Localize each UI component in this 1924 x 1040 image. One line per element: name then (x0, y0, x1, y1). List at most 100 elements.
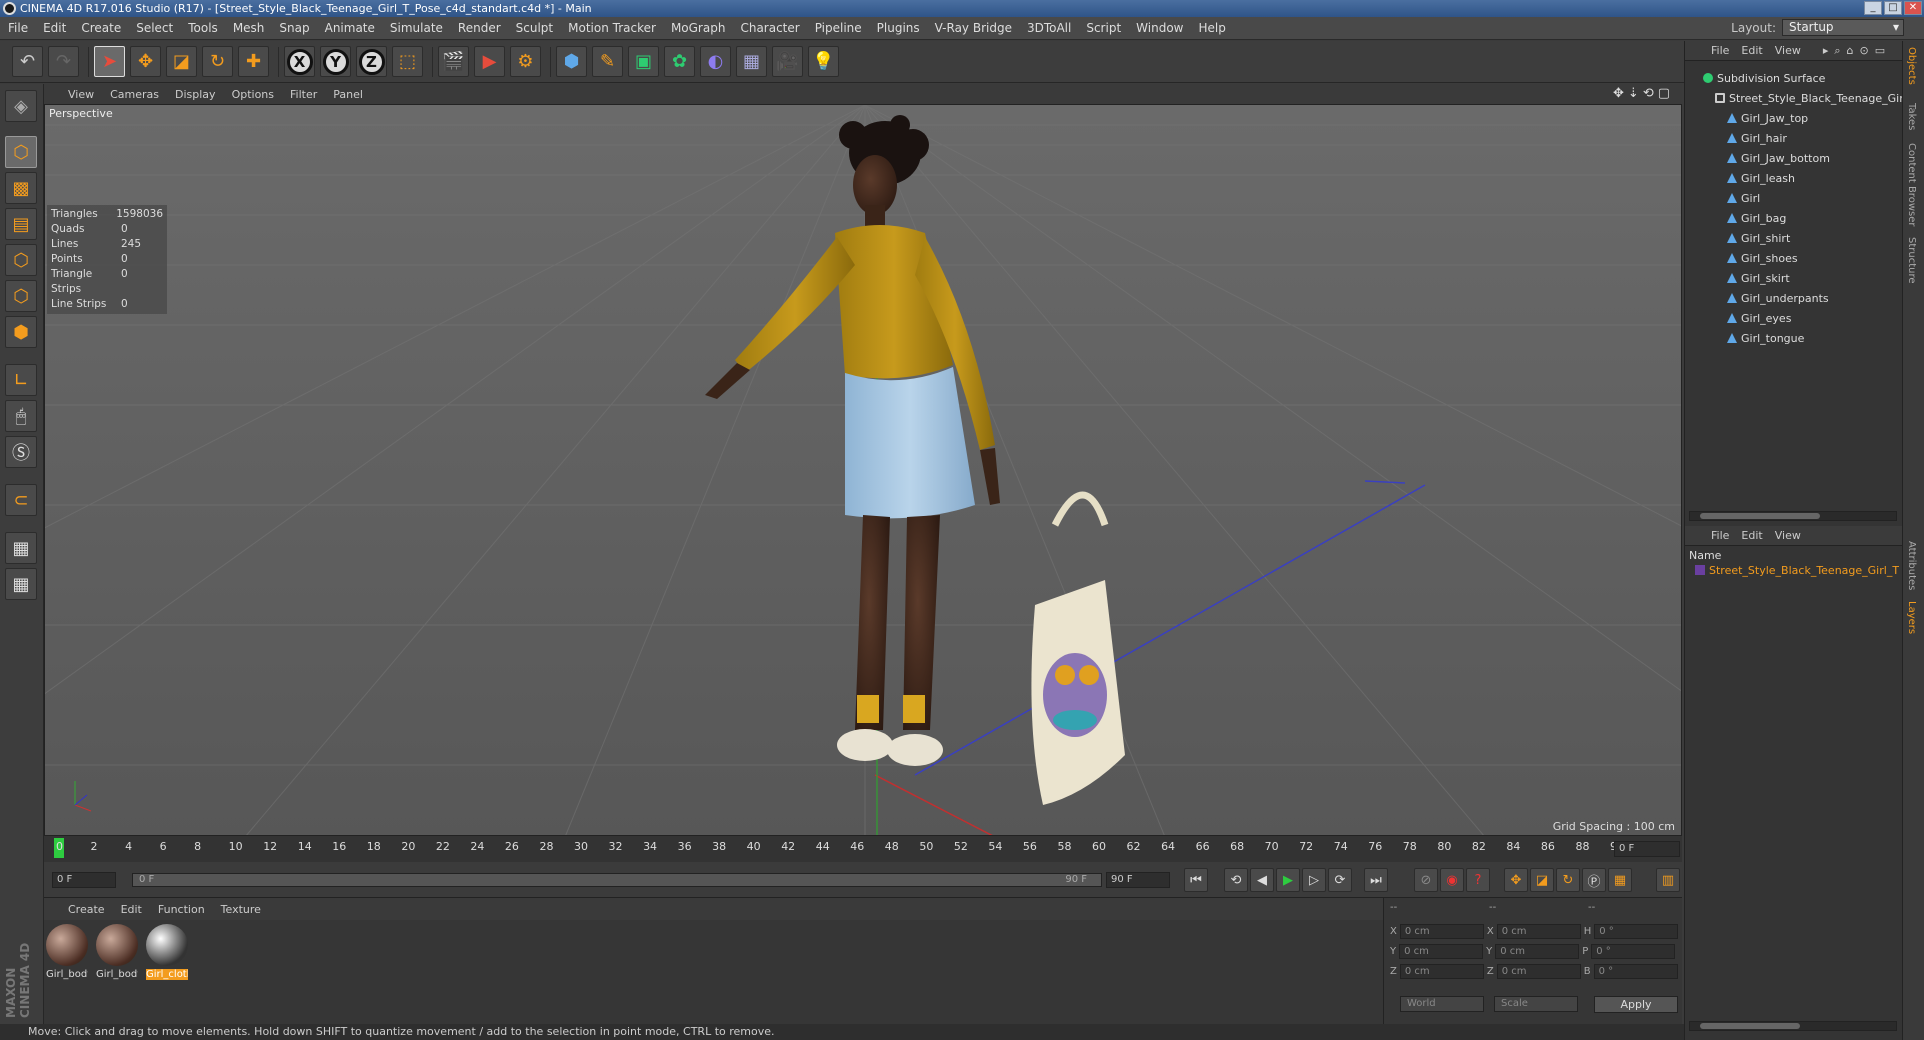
menu-create[interactable]: Create (81, 21, 121, 35)
record-keys-icon[interactable]: ◉ (1440, 868, 1464, 892)
layer-menu-edit[interactable]: Edit (1741, 529, 1762, 542)
size-y-field[interactable]: 0 cm (1495, 944, 1580, 959)
menu-select[interactable]: Select (136, 21, 173, 35)
layer-menu-file[interactable]: File (1711, 529, 1729, 542)
axis-y-icon[interactable]: Y (320, 46, 351, 77)
tab-objects[interactable]: Objects (1906, 47, 1917, 85)
vp-menu-panel[interactable]: Panel (333, 88, 363, 101)
menu-file[interactable]: File (8, 21, 28, 35)
mat-menu-create[interactable]: Create (68, 903, 105, 916)
tree-item-object[interactable]: Girl_shirt (1685, 229, 1903, 249)
pen-spline-icon[interactable]: ✎ (592, 46, 623, 77)
key-position-icon[interactable]: ✥ (1504, 868, 1528, 892)
position-z-field[interactable]: 0 cm (1399, 964, 1484, 979)
play-icon[interactable]: ▶ (1276, 868, 1300, 892)
lock-workplane-icon[interactable]: ▦ (5, 532, 37, 564)
rotation-b-field[interactable]: 0 ° (1593, 964, 1678, 979)
tree-item-object[interactable]: Girl (1685, 189, 1903, 209)
material-swatch[interactable]: Girl_body (96, 924, 138, 980)
tab-structure[interactable]: Structure (1906, 237, 1917, 284)
viewport-nav-icons[interactable]: ✥⇣⟲▢ (1613, 86, 1674, 101)
rotation-p-field[interactable]: 0 ° (1591, 944, 1676, 959)
tree-item-group[interactable]: Street_Style_Black_Teenage_Girl_T (1685, 89, 1903, 109)
axis-x-icon[interactable]: X (284, 46, 315, 77)
position-y-field[interactable]: 0 cm (1399, 944, 1484, 959)
obj-menu-file[interactable]: File (1711, 44, 1729, 57)
render-view-icon[interactable]: 🎬 (438, 46, 469, 77)
size-z-field[interactable]: 0 cm (1496, 964, 1581, 979)
layer-scrollbar[interactable] (1689, 1021, 1897, 1031)
menu-help[interactable]: Help (1198, 21, 1225, 35)
key-param-icon[interactable]: Ⓟ (1582, 868, 1606, 892)
tree-item-object[interactable]: Girl_Jaw_top (1685, 109, 1903, 129)
make-editable-icon[interactable]: ◈ (5, 90, 37, 122)
motion-record-icon[interactable]: ⊘ (1414, 868, 1438, 892)
menu-edit[interactable]: Edit (43, 21, 66, 35)
menu-render[interactable]: Render (458, 21, 501, 35)
obj-menu-view[interactable]: View (1775, 44, 1801, 57)
menu-snap[interactable]: Snap (279, 21, 309, 35)
axis-z-icon[interactable]: Z (356, 46, 387, 77)
tab-attributes[interactable]: Attributes (1906, 541, 1917, 590)
timeline-window-icon[interactable]: ▥ (1656, 868, 1680, 892)
live-select-icon[interactable]: ➤ (94, 46, 125, 77)
tab-takes[interactable]: Takes (1906, 103, 1917, 130)
timeline-ruler[interactable]: 0 2 4 6 8 10 12 14 16 18 20 22 24 26 28 30 32 34 36 38 40 42 4… (44, 836, 1682, 862)
array-icon[interactable]: ✿ (664, 46, 695, 77)
tree-item-object[interactable]: Girl_Jaw_bottom (1685, 149, 1903, 169)
vp-menu-view[interactable]: View (68, 88, 94, 101)
menu-tools[interactable]: Tools (188, 21, 218, 35)
menu-vray-bridge[interactable]: V-Ray Bridge (935, 21, 1012, 35)
light-icon[interactable]: 💡 (808, 46, 839, 77)
menu-mograph[interactable]: MoGraph (671, 21, 726, 35)
tab-layers[interactable]: Layers (1906, 601, 1917, 634)
menu-script[interactable]: Script (1086, 21, 1121, 35)
prev-frame-icon[interactable]: ◀ (1250, 868, 1274, 892)
obj-toolbar-icons[interactable]: ▸⌕⌂⊙▭ (1823, 44, 1891, 58)
current-frame-field[interactable]: 0 F (1614, 841, 1680, 857)
tree-item-object[interactable]: Girl_leash (1685, 169, 1903, 189)
end-frame-field[interactable]: 90 F (1106, 872, 1170, 888)
cube-primitive-icon[interactable]: ⬢ (556, 46, 587, 77)
polygons-mode-icon[interactable]: ⬢ (5, 316, 37, 348)
menu-motion-tracker[interactable]: Motion Tracker (568, 21, 656, 35)
menu-plugins[interactable]: Plugins (877, 21, 920, 35)
tree-item-object[interactable]: Girl_tongue (1685, 329, 1903, 349)
vp-menu-filter[interactable]: Filter (290, 88, 317, 101)
subdivision-icon[interactable]: ▣ (628, 46, 659, 77)
workplane-mode-icon[interactable]: ▤ (5, 208, 37, 240)
mat-menu-texture[interactable]: Texture (221, 903, 261, 916)
layer-item[interactable]: Street_Style_Black_Teenage_Girl_T (1695, 564, 1899, 577)
tree-item-object[interactable]: Girl_bag (1685, 209, 1903, 229)
goto-start-icon[interactable]: ⏮ (1184, 868, 1208, 892)
tree-item-object[interactable]: Girl_eyes (1685, 309, 1903, 329)
render-picture-icon[interactable]: ▶ (474, 46, 505, 77)
maximize-icon[interactable]: □ (1884, 1, 1902, 15)
vp-menu-display[interactable]: Display (175, 88, 216, 101)
key-rotation-icon[interactable]: ↻ (1556, 868, 1580, 892)
tree-item-subdivision-surface[interactable]: Subdivision Surface (1685, 69, 1903, 89)
next-key-icon[interactable]: ⟳ (1328, 868, 1352, 892)
mat-menu-function[interactable]: Function (158, 903, 205, 916)
deformer-icon[interactable]: ◐ (700, 46, 731, 77)
object-tree-scrollbar[interactable] (1689, 511, 1897, 521)
autokey-icon[interactable]: ? (1466, 868, 1490, 892)
tree-item-object[interactable]: Girl_skirt (1685, 269, 1903, 289)
coord-system-dropdown[interactable]: World (1400, 996, 1484, 1012)
undo-icon[interactable]: ↶ (12, 46, 43, 77)
menu-mesh[interactable]: Mesh (233, 21, 265, 35)
transform-icon[interactable]: ✚ (238, 46, 269, 77)
material-swatch[interactable]: Girl_body (46, 924, 88, 980)
menu-sculpt[interactable]: Sculpt (516, 21, 553, 35)
tree-item-object[interactable]: Girl_hair (1685, 129, 1903, 149)
perspective-viewport[interactable]: Perspective Triangles 1598036 Quads 0 Line… (44, 104, 1682, 836)
goto-end-icon[interactable]: ⏭ (1364, 868, 1388, 892)
layout-dropdown[interactable]: Startup (1782, 19, 1904, 36)
close-icon[interactable]: ✕ (1904, 1, 1922, 15)
minimize-icon[interactable]: _ (1864, 1, 1882, 15)
position-x-field[interactable]: 0 cm (1399, 924, 1484, 939)
menu-3dtoall[interactable]: 3DToAll (1027, 21, 1071, 35)
tweak-mode-icon[interactable]: 🖱 (5, 400, 37, 432)
rotation-h-field[interactable]: 0 ° (1594, 924, 1679, 939)
edges-mode-icon[interactable]: ⬡ (5, 280, 37, 312)
